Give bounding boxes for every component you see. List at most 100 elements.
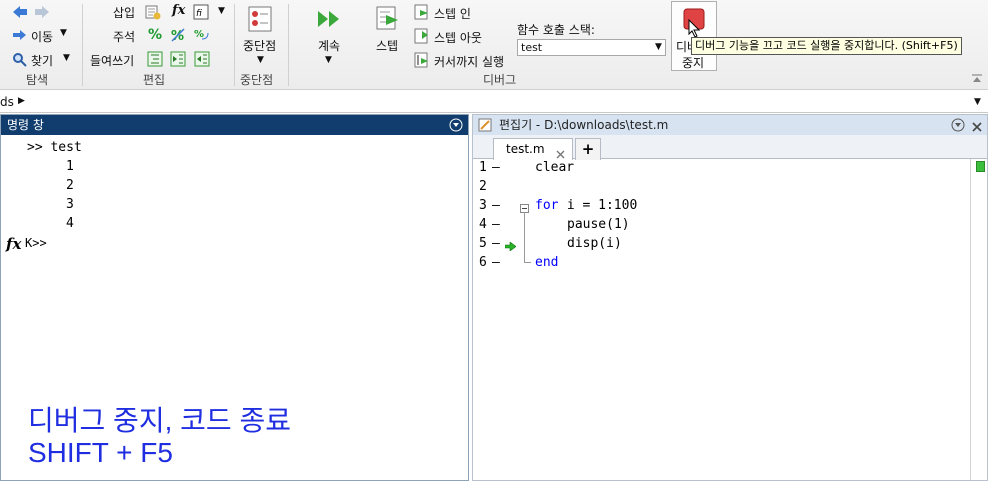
- line-exec-mark: –: [492, 198, 500, 213]
- continue-button[interactable]: 계속: [318, 37, 340, 54]
- stop-label-line2: 중지: [682, 56, 705, 70]
- decrease-indent-icon[interactable]: [194, 51, 210, 67]
- group-label-navigate: 탐색: [26, 73, 49, 87]
- output-value: 1: [66, 159, 74, 174]
- svg-text:fi: fi: [196, 9, 202, 19]
- annotation-line-1: 디버그 중지, 코드 종료: [28, 405, 291, 436]
- code-line-4[interactable]: pause(1): [567, 217, 630, 232]
- call-stack-label: 함수 호출 스택:: [517, 23, 595, 37]
- chevron-down-icon[interactable]: ▼: [218, 6, 225, 16]
- chevron-down-icon[interactable]: ▼: [60, 28, 67, 38]
- insert-section-icon[interactable]: [145, 4, 161, 20]
- uncomment-icon[interactable]: %: [170, 27, 186, 44]
- code-line-3[interactable]: i = 1:100: [559, 198, 637, 213]
- editor-tabbar: test.m +: [473, 135, 987, 160]
- panel-menu-icon[interactable]: [449, 118, 463, 132]
- chevron-down-icon[interactable]: ▼: [325, 55, 332, 65]
- step-out-icon[interactable]: [414, 28, 430, 44]
- breakpoints-icon[interactable]: [248, 6, 272, 32]
- chevron-right-icon[interactable]: ▶: [18, 96, 25, 106]
- function-browser-fx-icon[interactable]: fx: [6, 235, 21, 253]
- function-browser-icon[interactable]: fi: [193, 4, 209, 20]
- annotation-overlay: 디버그 중지, 코드 종료 SHIFT + F5: [28, 405, 291, 469]
- group-label-debug: 디버그: [483, 73, 517, 87]
- group-label-edit: 편집: [143, 73, 166, 87]
- output-value: 2: [66, 178, 74, 193]
- current-folder-path: ds: [0, 95, 14, 109]
- group-label-breakpoints: 중단점: [240, 73, 274, 87]
- line-number: 3: [479, 198, 487, 213]
- line-exec-mark: –: [492, 236, 500, 251]
- fold-guide: [524, 212, 525, 262]
- step-icon[interactable]: [376, 6, 400, 32]
- step-out-button[interactable]: 스텝 아웃: [434, 29, 482, 46]
- increase-indent-icon[interactable]: [170, 51, 186, 67]
- line-exec-mark: –: [492, 217, 500, 232]
- search-icon: [12, 52, 27, 67]
- tab-label: test.m: [506, 142, 545, 156]
- current-folder-bar[interactable]: ds ▶ ▼: [0, 92, 988, 113]
- line-exec-mark: –: [492, 160, 500, 175]
- tab-test-m[interactable]: test.m: [493, 138, 573, 160]
- fold-guide-end: [524, 262, 531, 263]
- editor-window[interactable]: 편집기 - D:\downloads\test.m test.m + 1 – c…: [472, 114, 988, 481]
- output-value: 4: [66, 216, 74, 231]
- annotation-line-2: SHIFT + F5: [28, 437, 173, 468]
- comment-label: 주석: [113, 30, 136, 44]
- editor-titlebar: 편집기 - D:\downloads\test.m: [473, 115, 987, 135]
- code-fold-icon[interactable]: [520, 202, 529, 213]
- indent-label: 들여쓰기: [90, 54, 135, 68]
- right-margin-line: [970, 159, 971, 480]
- command-window-title: 명령 창: [7, 118, 44, 132]
- goto-icon: [12, 28, 28, 42]
- wrap-comments-icon[interactable]: %: [194, 27, 210, 43]
- chevron-down-icon[interactable]: ▼: [257, 55, 264, 65]
- current-line-arrow-icon: [504, 240, 517, 252]
- chevron-down-icon: ▼: [655, 42, 662, 52]
- close-icon[interactable]: [971, 119, 983, 132]
- run-to-cursor-button[interactable]: 커서까지 실행: [434, 53, 504, 70]
- svg-text:%: %: [194, 29, 204, 40]
- step-in-button[interactable]: 스텝 인: [434, 5, 471, 22]
- add-tab-icon: +: [581, 140, 595, 158]
- insert-button[interactable]: 삽입: [113, 4, 135, 21]
- code-keyword-end[interactable]: end: [535, 255, 558, 270]
- back-arrow-icon[interactable]: [12, 5, 28, 19]
- line-number: 5: [479, 236, 487, 251]
- command-prompt-line: >> test: [27, 140, 82, 155]
- debug-prompt[interactable]: K>>: [25, 236, 47, 250]
- editor-pencil-icon: [478, 118, 492, 132]
- line-number: 4: [479, 217, 487, 232]
- command-window[interactable]: 명령 창 >> test 1 2 3 4 fx K>> 디버그 중지, 코드 종…: [0, 114, 469, 481]
- call-stack-selected: test: [521, 41, 543, 54]
- line-exec-mark: –: [492, 255, 500, 270]
- code-line-5[interactable]: disp(i): [567, 236, 622, 251]
- find-button[interactable]: 찾기: [31, 52, 53, 69]
- chevron-down-icon[interactable]: ▼: [63, 53, 70, 63]
- editor-title: 편집기 - D:\downloads\test.m: [499, 118, 669, 132]
- line-number: 1: [479, 160, 487, 175]
- output-value: 3: [66, 197, 74, 212]
- breakpoints-button[interactable]: 중단점: [243, 37, 276, 54]
- code-line-1[interactable]: clear: [535, 160, 574, 175]
- step-button[interactable]: 스텝: [376, 37, 398, 54]
- line-number: 2: [479, 179, 487, 194]
- call-stack-dropdown[interactable]: test ▼: [517, 39, 666, 56]
- run-to-cursor-icon[interactable]: [414, 52, 430, 68]
- forward-arrow-icon[interactable]: [34, 5, 50, 19]
- mouse-cursor-icon: [688, 18, 702, 38]
- insert-function-button[interactable]: fx: [172, 3, 185, 18]
- chevron-down-icon[interactable]: ▼: [974, 97, 981, 107]
- panel-menu-icon[interactable]: [951, 118, 965, 132]
- close-icon[interactable]: [556, 145, 565, 159]
- code-analyzer-indicator[interactable]: [976, 161, 985, 172]
- goto-button[interactable]: 이동: [31, 28, 53, 45]
- collapse-toolstrip-icon[interactable]: [971, 72, 983, 82]
- step-in-icon[interactable]: [414, 4, 430, 20]
- code-keyword-for[interactable]: for: [535, 198, 558, 213]
- add-tab-button[interactable]: +: [575, 138, 601, 160]
- stop-tooltip: 디버그 기능을 끄고 코드 실행을 중지합니다. (Shift+F5): [691, 37, 962, 55]
- continue-icon[interactable]: [317, 9, 343, 29]
- comment-button[interactable]: %: [148, 27, 162, 43]
- smart-indent-icon[interactable]: [147, 51, 163, 67]
